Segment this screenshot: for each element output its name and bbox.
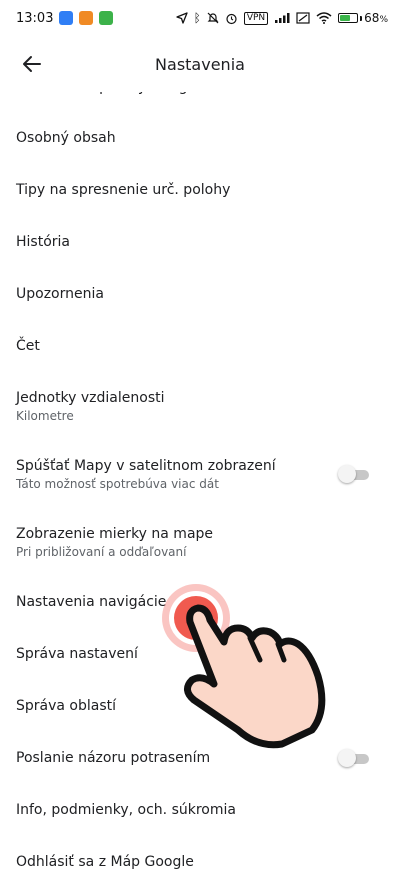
signal-no-sim-icon: [296, 12, 310, 24]
location-arrow-icon: [175, 12, 188, 24]
settings-item-label: Info, podmienky, och. súkromia: [16, 802, 236, 818]
settings-item-label: Upozornenia: [16, 286, 104, 302]
settings-item-label: Správa nastavení: [16, 646, 138, 662]
settings-item-location-accuracy-tips[interactable]: Tipy na spresnenie urč. polohy: [0, 164, 400, 216]
settings-item-history[interactable]: História: [0, 216, 400, 268]
battery-indicator: 68%: [338, 11, 388, 25]
app-notification-icon: [79, 11, 94, 25]
settings-item-notifications[interactable]: Upozornenia: [0, 268, 400, 320]
settings-item-label: Odhlásiť sa z Máp Google: [16, 854, 194, 870]
shake-feedback-toggle[interactable]: [338, 748, 372, 768]
settings-item-satellite-view[interactable]: Spúšťať Mapy v satelitnom zobrazení Táto…: [0, 440, 400, 508]
status-bar-left: 13:03: [16, 10, 114, 26]
settings-item-label: Čet: [16, 338, 40, 354]
settings-item-chat[interactable]: Čet: [0, 320, 400, 372]
settings-item-map-scale[interactable]: Zobrazenie mierky na mape Pri približova…: [0, 508, 400, 576]
bell-off-icon: [207, 12, 219, 24]
bluetooth-icon: ᛒ: [193, 11, 201, 25]
alarm-clock-icon: [226, 13, 237, 24]
battery-icon: [338, 13, 359, 23]
settings-item-label: Tipy na spresnenie urč. polohy: [16, 182, 231, 198]
settings-item-label: Nastavenia navigácie: [16, 594, 167, 610]
app-notification-icon: [59, 11, 74, 25]
battery-fill: [340, 15, 351, 21]
status-bar: 13:03 ᛒ VPN 68%: [0, 0, 400, 36]
settings-item-label: História: [16, 234, 70, 250]
battery-level: 68%: [364, 11, 388, 25]
settings-item-label: Jednotky vzdialenosti: [16, 389, 165, 406]
settings-item-sublabel: Pri približovaní a odďaľovaní: [16, 544, 187, 559]
arrow-left-icon: [23, 56, 41, 72]
settings-item-manage-settings[interactable]: Správa nastavení: [0, 628, 400, 680]
wifi-icon: [316, 12, 332, 24]
settings-list: Nastavenia polohy Google Osobný obsah Ti…: [0, 76, 400, 888]
settings-item-about-terms-privacy[interactable]: Info, podmienky, och. súkromia: [0, 784, 400, 836]
settings-item-shake-feedback[interactable]: Poslanie názoru potrasením: [0, 732, 400, 784]
app-bar: Nastavenia: [0, 36, 400, 92]
settings-item-navigation-settings[interactable]: Nastavenia navigácie: [0, 576, 400, 628]
vpn-icon: VPN: [243, 11, 269, 25]
settings-item-personal-content[interactable]: Osobný obsah: [0, 112, 400, 164]
signal-icon: [275, 13, 290, 23]
status-time: 13:03: [16, 10, 54, 26]
settings-item-distance-units[interactable]: Jednotky vzdialenosti Kilometre: [0, 372, 400, 440]
satellite-view-toggle[interactable]: [338, 464, 372, 484]
page-title: Nastavenia: [155, 54, 245, 74]
settings-item-sublabel: Kilometre: [16, 408, 74, 423]
settings-item-sign-out[interactable]: Odhlásiť sa z Máp Google: [0, 836, 400, 888]
settings-item-manage-areas[interactable]: Správa oblastí: [0, 680, 400, 732]
app-notification-icon: [99, 11, 114, 25]
status-bar-right: ᛒ VPN 68%: [175, 11, 388, 25]
settings-item-label: Správa oblastí: [16, 698, 117, 714]
back-button[interactable]: [4, 36, 60, 92]
settings-item-label: Osobný obsah: [16, 130, 116, 146]
settings-item-label: Zobrazenie mierky na mape: [16, 525, 214, 542]
